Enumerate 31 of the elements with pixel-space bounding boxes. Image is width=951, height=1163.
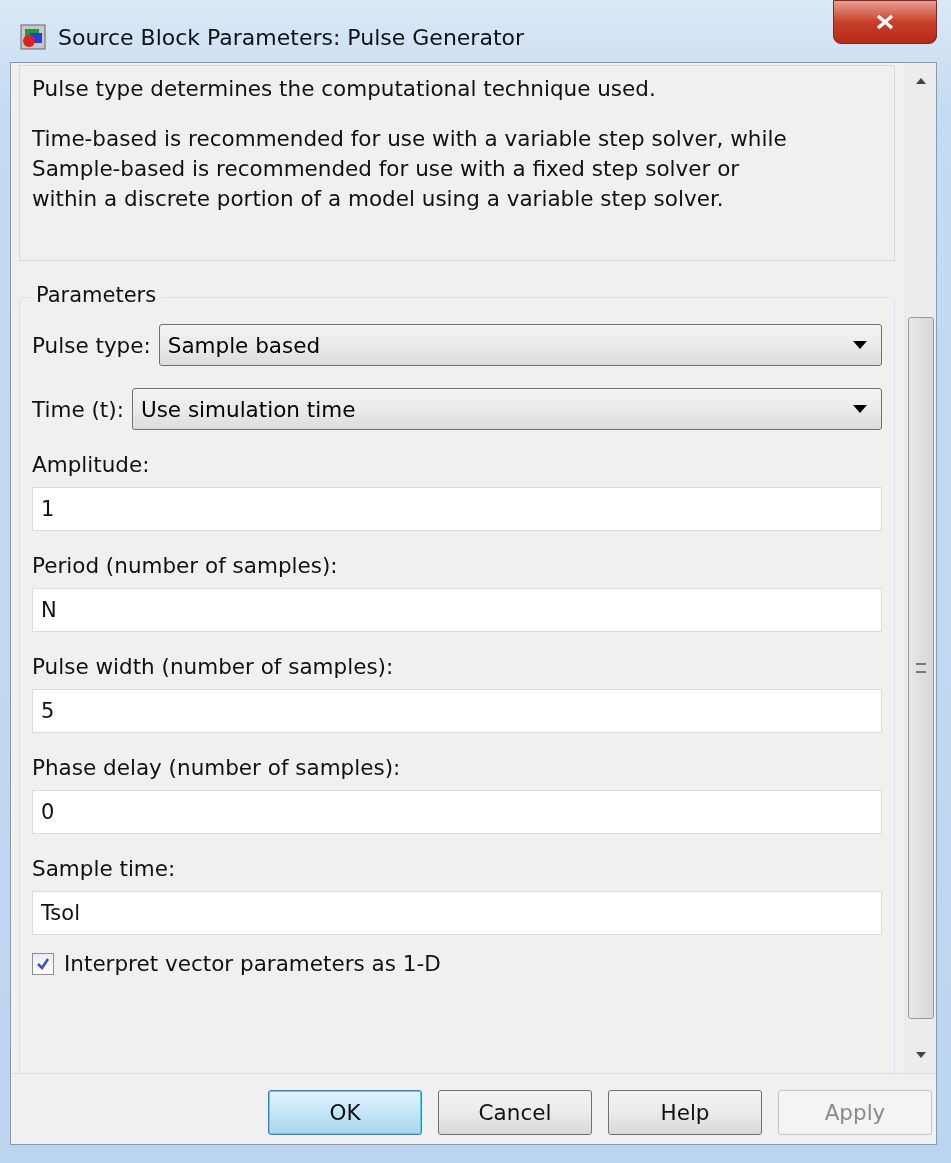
field-label: Phase delay (number of samples):: [32, 755, 402, 780]
close-button[interactable]: [833, 0, 937, 44]
scroll-down-icon[interactable]: [914, 1051, 928, 1059]
field-label: Amplitude:: [32, 452, 151, 477]
scroll-thumb[interactable]: [908, 317, 934, 1019]
input-field[interactable]: 0: [32, 790, 882, 834]
cancel-button[interactable]: Cancel: [438, 1090, 592, 1135]
field-label: Sample time:: [32, 856, 177, 881]
ok-button[interactable]: OK: [268, 1090, 422, 1135]
field-label: Period (number of samples):: [32, 553, 339, 578]
scroll-up-icon[interactable]: [914, 77, 928, 85]
caret-icon: [853, 341, 867, 349]
caret-icon: [853, 405, 867, 413]
help-button[interactable]: Help: [608, 1090, 762, 1135]
field-label: Time (t):: [32, 396, 124, 422]
dropdown[interactable]: Sample based: [158, 324, 882, 366]
field-label: Pulse type:: [32, 332, 151, 358]
app-icon: [20, 24, 46, 50]
input-field[interactable]: N: [32, 588, 882, 632]
dropdown[interactable]: Use simulation time: [131, 388, 882, 430]
checkbox[interactable]: [32, 952, 54, 975]
input-field[interactable]: 5: [32, 689, 882, 733]
description-text: Time-based is recommended for use with a variable step solver, while Sample-based is recommended for use with a fixed step solver or within a discrete portion of a model using a variable step solver.: [32, 125, 788, 213]
description-text: Pulse type determines the computational technique used.: [32, 75, 657, 103]
checkbox-label: Interpret vector parameters as 1-D: [64, 951, 441, 976]
close-icon: [875, 14, 895, 30]
window-title: Source Block Parameters: Pulse Generator: [58, 24, 525, 50]
input-field[interactable]: Tsol: [32, 891, 882, 935]
scrollbar[interactable]: [905, 63, 936, 1073]
input-field[interactable]: 1: [32, 487, 882, 531]
field-label: Pulse width (number of samples):: [32, 654, 395, 679]
